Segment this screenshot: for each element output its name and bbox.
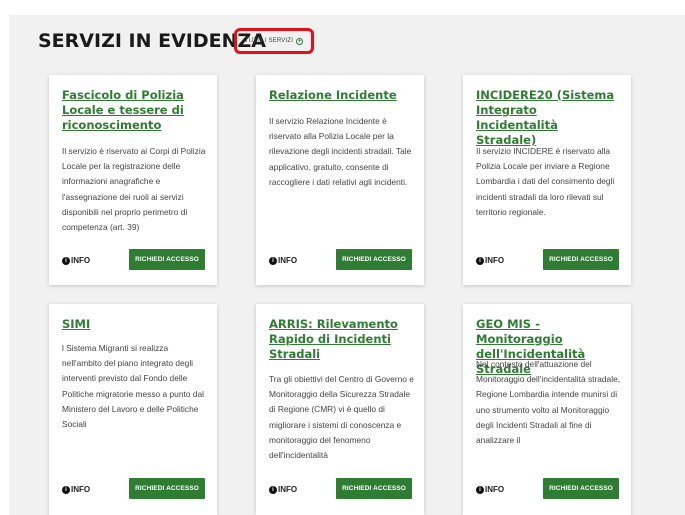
service-card: Fascicolo di Polizia Locale e tessere di… [49, 75, 217, 285]
service-card: SIMI l Sistema Migranti si realizza nell… [49, 304, 217, 515]
card-description: Nel contesto dell'attuazione del Monitor… [476, 359, 621, 446]
card-title-link[interactable]: Fascicolo di Polizia Locale e tessere di… [62, 88, 207, 133]
plus-circle-icon: + [296, 37, 304, 45]
request-access-button[interactable]: RICHIEDI ACCESSO [543, 249, 619, 270]
info-icon: i [62, 256, 70, 265]
info-icon: i [269, 485, 277, 494]
service-card: Relazione Incidente Il servizio Relazion… [256, 75, 424, 285]
info-icon: i [476, 256, 484, 265]
info-icon: i [476, 485, 484, 494]
info-label: INFO [71, 256, 91, 265]
request-access-button[interactable]: RICHIEDI ACCESSO [336, 249, 412, 270]
info-label: INFO [485, 256, 505, 265]
section-title: SERVIZI IN EVIDENZA [38, 30, 266, 52]
service-card: INCIDERE20 (Sistema Integrato Incidental… [463, 75, 631, 285]
info-label: INFO [278, 256, 298, 265]
info-label: INFO [485, 485, 505, 494]
request-access-button[interactable]: RICHIEDI ACCESSO [129, 249, 205, 270]
info-icon: i [269, 256, 277, 265]
info-icon: i [62, 485, 70, 494]
info-link[interactable]: i INFO [269, 485, 297, 494]
all-services-label: TUTTI I SERVIZI [244, 38, 294, 44]
info-label: INFO [71, 485, 91, 494]
service-card: ARRIS: Rilevamento Rapido di Incidenti S… [256, 304, 424, 515]
card-description: l Sistema Migranti si realizza nell'ambi… [62, 343, 204, 430]
info-link[interactable]: i INFO [62, 256, 90, 265]
info-link[interactable]: i INFO [269, 256, 297, 265]
card-title-link[interactable]: Relazione Incidente [269, 88, 414, 103]
service-card: GEO MIS - Monitoraggio dell'Incidentalit… [463, 304, 631, 515]
info-link[interactable]: i INFO [476, 256, 504, 265]
card-title-link[interactable]: SIMI [62, 317, 207, 332]
card-title-link[interactable]: ARRIS: Rilevamento Rapido di Incidenti S… [269, 317, 414, 362]
request-access-button[interactable]: RICHIEDI ACCESSO [543, 478, 619, 499]
info-label: INFO [278, 485, 298, 494]
request-access-button[interactable]: RICHIEDI ACCESSO [336, 478, 412, 499]
card-description: Il servizio INCIDERE è riservato alla Po… [476, 146, 615, 217]
info-link[interactable]: i INFO [62, 485, 90, 494]
card-title-link[interactable]: INCIDERE20 (Sistema Integrato Incidental… [476, 88, 621, 148]
card-description: Tra gli obiettivi del Centro di Governo … [269, 374, 414, 461]
all-services-link[interactable]: TUTTI I SERVIZI + [234, 28, 314, 54]
info-link[interactable]: i INFO [476, 485, 504, 494]
card-description: Il servizio è riservato ai Corpi di Poli… [62, 146, 206, 233]
card-description: Il servizio Relazione Incidente è riserv… [269, 116, 412, 187]
request-access-button[interactable]: RICHIEDI ACCESSO [129, 478, 205, 499]
